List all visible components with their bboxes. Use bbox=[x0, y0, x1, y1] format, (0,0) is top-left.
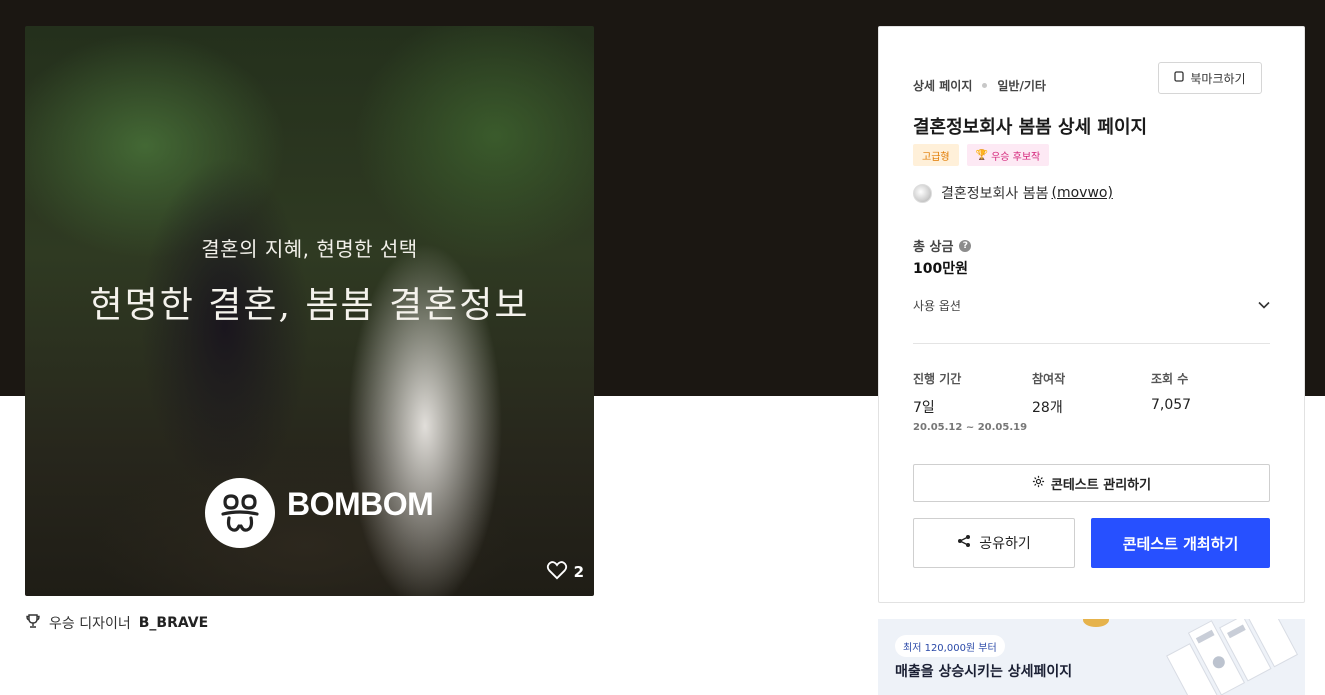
stat-label: 참여작 bbox=[1032, 372, 1066, 386]
breadcrumb-separator bbox=[982, 83, 988, 88]
stat-value: 7,057 bbox=[1151, 397, 1192, 413]
heart-icon bbox=[546, 560, 568, 584]
divider bbox=[913, 343, 1270, 344]
stat-value: 28개 bbox=[1032, 400, 1063, 416]
promo-illustration bbox=[1166, 619, 1299, 695]
award-badge: 🏆 우승 후보작 bbox=[966, 144, 1050, 166]
help-icon[interactable]: ? bbox=[959, 239, 972, 252]
bookmark-button[interactable]: 북마크하기 bbox=[1158, 62, 1262, 94]
coin-decoration bbox=[1083, 619, 1109, 627]
gear-icon bbox=[1032, 475, 1045, 492]
hero-title: 현명한 결혼, 봄봄 결혼정보 bbox=[89, 285, 530, 326]
promo-title: 매출을 상승시키는 상세페이지 bbox=[895, 664, 1073, 680]
breadcrumb-item[interactable]: 상세 페이지 bbox=[913, 77, 972, 94]
prize-value: 100만원 bbox=[913, 261, 968, 277]
stat-views: 조회 수 7,057 bbox=[1151, 370, 1270, 433]
promo-banner[interactable]: 최저 120,000원 부터 매출을 상승시키는 상세페이지 bbox=[878, 619, 1305, 695]
stat-value: 7일 bbox=[913, 400, 935, 416]
hero-subtitle: 결혼의 지혜, 현명한 선택 bbox=[201, 237, 418, 261]
manage-contest-label: 콘테스트 관리하기 bbox=[1050, 477, 1152, 493]
like-button[interactable]: 2 bbox=[546, 560, 584, 584]
share-icon bbox=[957, 534, 971, 552]
brand-wordmark: BOMBOM bbox=[287, 486, 434, 522]
breadcrumb-item[interactable]: 일반/기타 bbox=[997, 77, 1046, 94]
avatar bbox=[913, 183, 932, 203]
contest-hero-image[interactable]: 결혼의 지혜, 현명한 선택 현명한 결혼, 봄봄 결혼정보 BOMBOM 2 bbox=[25, 26, 594, 596]
host-contest-button[interactable]: 콘테스트 개최하기 bbox=[1091, 518, 1270, 568]
share-label: 공유하기 bbox=[979, 536, 1031, 552]
owner-handle[interactable]: (movwo) bbox=[1052, 185, 1113, 201]
chevron-down-icon bbox=[1258, 298, 1270, 312]
like-count: 2 bbox=[573, 563, 584, 581]
stat-date-range: 20.05.12 ~ 20.05.19 bbox=[913, 422, 1028, 433]
stat-period: 진행 기간 7일 20.05.12 ~ 20.05.19 bbox=[913, 370, 1032, 433]
prize-label: 총 상금 ? bbox=[913, 236, 972, 255]
owner-name: 결혼정보회사 봄봄 bbox=[941, 186, 1049, 202]
options-dropdown[interactable]: 사용 옵션 bbox=[913, 291, 1270, 319]
bookmark-label: 북마크하기 bbox=[1190, 71, 1246, 86]
promo-price-pill: 최저 120,000원 부터 bbox=[895, 635, 1005, 657]
stat-label: 조회 수 bbox=[1151, 372, 1189, 386]
contest-owner[interactable]: 결혼정보회사 봄봄 (movwo) bbox=[913, 183, 1113, 203]
premium-badge: 고급형 bbox=[913, 144, 959, 166]
winner-designer: 우승 디자이너 B_BRAVE bbox=[25, 613, 208, 633]
trophy-icon: 🏆 bbox=[975, 149, 989, 161]
bookmark-icon bbox=[1174, 71, 1185, 85]
badge-group: 고급형 🏆 우승 후보작 bbox=[913, 144, 1050, 166]
contest-detail-panel: 상세 페이지 일반/기타 북마크하기 결혼정보회사 봄봄 상세 페이지 고급형 … bbox=[878, 26, 1305, 603]
winner-label: 우승 디자이너 bbox=[49, 616, 131, 632]
contest-stats: 진행 기간 7일 20.05.12 ~ 20.05.19 참여작 28개 조회 … bbox=[913, 370, 1270, 433]
options-label: 사용 옵션 bbox=[913, 298, 961, 313]
winner-name[interactable]: B_BRAVE bbox=[139, 615, 208, 631]
manage-contest-button[interactable]: 콘테스트 관리하기 bbox=[913, 464, 1270, 502]
trophy-icon bbox=[25, 613, 41, 633]
stat-entries: 참여작 28개 bbox=[1032, 370, 1151, 433]
stat-label: 진행 기간 bbox=[913, 372, 962, 386]
breadcrumb: 상세 페이지 일반/기타 bbox=[913, 77, 1046, 94]
award-badge-label: 우승 후보작 bbox=[991, 151, 1041, 163]
contest-title: 결혼정보회사 봄봄 상세 페이지 bbox=[913, 117, 1148, 138]
brand-logo bbox=[205, 478, 275, 548]
prize-label-text: 총 상금 bbox=[913, 240, 954, 255]
share-button[interactable]: 공유하기 bbox=[913, 518, 1075, 568]
